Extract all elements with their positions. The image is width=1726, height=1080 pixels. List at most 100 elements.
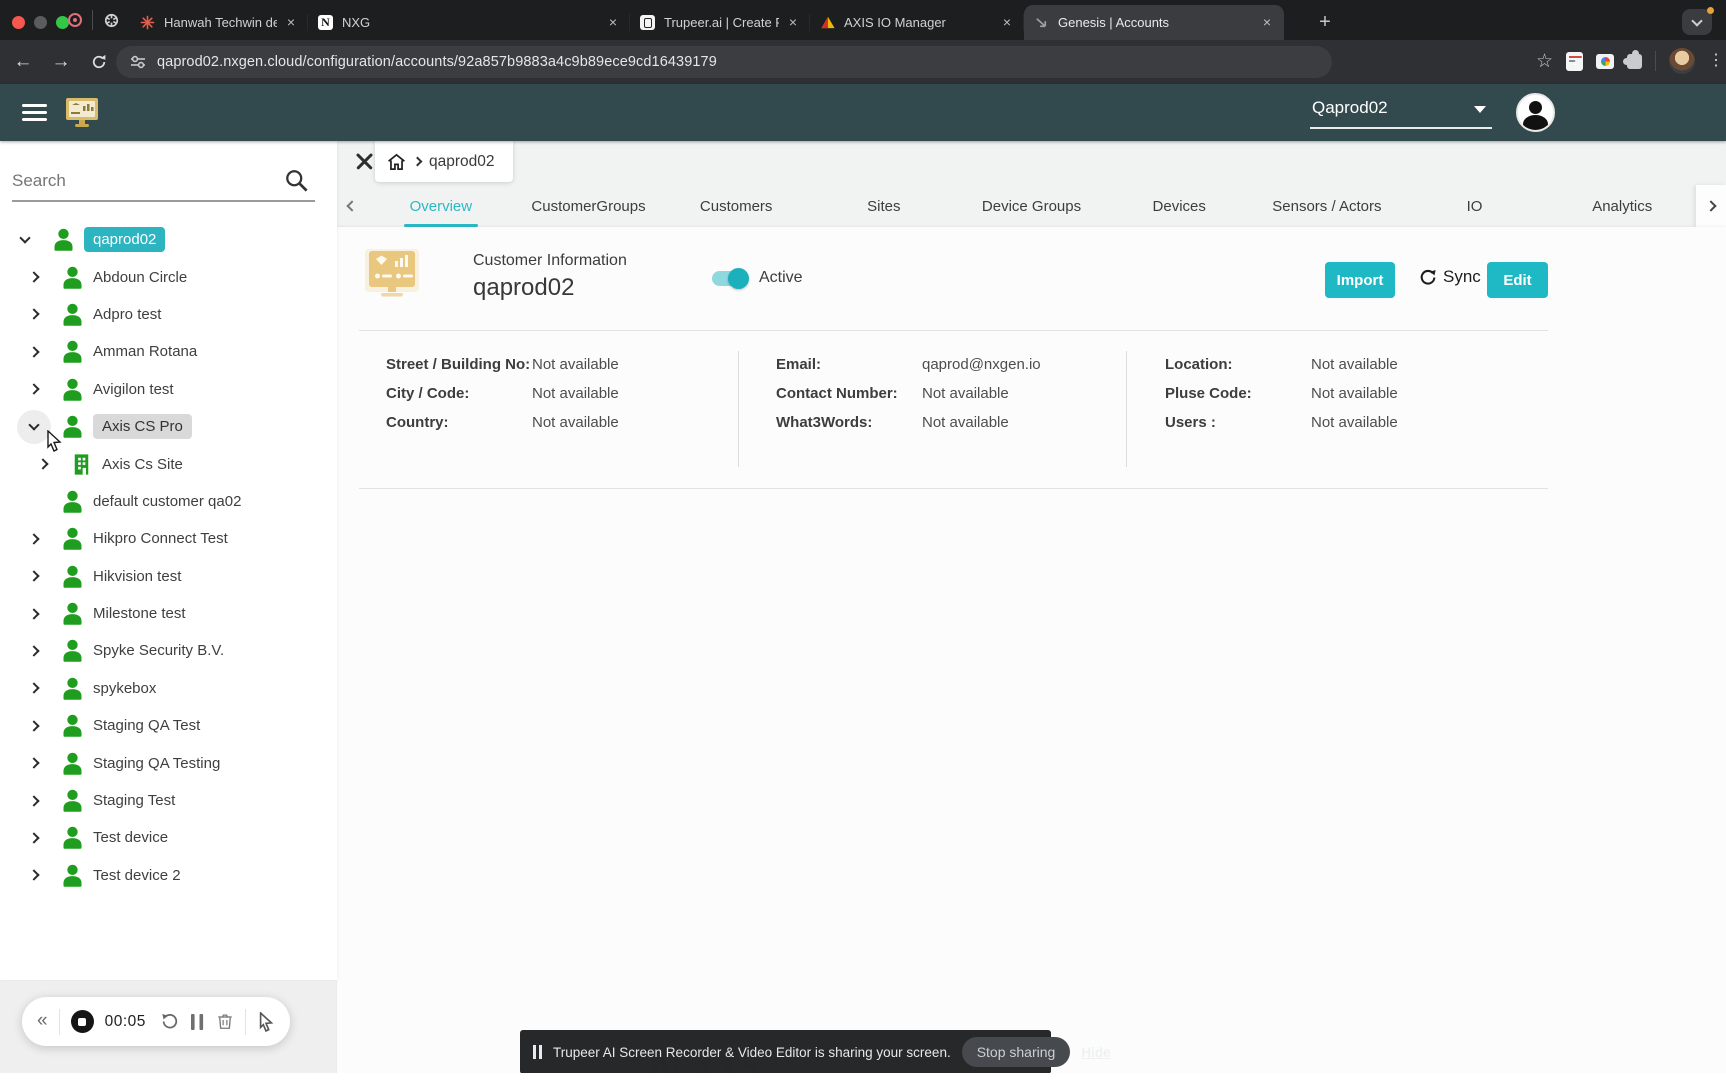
search-icon[interactable] (283, 167, 310, 194)
scroll-tabs-right-button[interactable] (1696, 185, 1726, 227)
expand-icon[interactable] (23, 522, 45, 556)
tab-customers[interactable]: Customers (662, 185, 810, 227)
tab-close-icon[interactable]: × (785, 14, 801, 31)
tab-close-icon[interactable]: × (283, 14, 299, 31)
tree-item-label[interactable]: Spyke Security B.V. (93, 642, 224, 659)
account-selector[interactable]: Qaprod02 (1310, 98, 1492, 129)
browser-tab[interactable]: Hanwah Techwin device API e × (130, 5, 308, 40)
profile-avatar[interactable] (1669, 48, 1695, 74)
dashboard-logo-icon[interactable] (64, 97, 100, 129)
tree-item[interactable]: Adpro test (0, 296, 337, 333)
tab-overview[interactable]: Overview (367, 185, 515, 227)
tree-item[interactable]: Spyke Security B.V. (0, 632, 337, 669)
expand-icon[interactable] (23, 709, 45, 743)
hamburger-menu-icon[interactable] (22, 104, 47, 121)
collapse-icon[interactable] (14, 223, 36, 257)
restart-icon[interactable] (160, 1012, 179, 1031)
pause-icon[interactable] (533, 1045, 542, 1059)
tab-search-button[interactable] (1682, 7, 1714, 35)
tree-item-label[interactable]: Abdoun Circle (93, 269, 187, 286)
tree-item-label[interactable]: qaprod02 (84, 227, 166, 253)
tree-item[interactable]: qaprod02 (0, 221, 337, 258)
url-text[interactable]: qaprod02.nxgen.cloud/configuration/accou… (157, 54, 717, 70)
tree-item-label[interactable]: Hikvision test (93, 568, 181, 585)
tree-item-label[interactable]: Test device 2 (93, 867, 181, 884)
chatgpt-icon[interactable] (103, 12, 120, 29)
expand-icon[interactable] (23, 297, 45, 331)
tab-close-icon[interactable]: × (605, 14, 621, 31)
bookmark-star-icon[interactable]: ☆ (1536, 50, 1553, 73)
expand-icon[interactable] (23, 746, 45, 780)
expand-icon[interactable] (23, 559, 45, 593)
forward-icon[interactable]: → (48, 49, 74, 75)
refresh-icon[interactable] (86, 49, 112, 75)
tree-item-label[interactable]: Staging QA Test (93, 717, 200, 734)
media-icon[interactable] (1596, 53, 1614, 69)
tree-item[interactable]: Abdoun Circle (0, 258, 337, 295)
tree-item[interactable]: Staging QA Test (0, 707, 337, 744)
extensions-puzzle-icon[interactable] (1623, 49, 1642, 69)
extension-doc-icon[interactable]: 1 (1566, 51, 1583, 71)
tree-item[interactable]: spykebox (0, 670, 337, 707)
tab-sites[interactable]: Sites (810, 185, 958, 227)
tree-item-label[interactable]: Staging QA Testing (93, 755, 220, 772)
site-info-icon[interactable] (130, 55, 146, 69)
tree-item-label[interactable]: Axis Cs Site (102, 456, 183, 473)
browser-tab[interactable]: Genesis | Accounts × (1024, 5, 1284, 40)
kebab-menu-icon[interactable]: ⋮ (1708, 53, 1724, 69)
search-input[interactable] (12, 171, 282, 191)
tree-item-label[interactable]: Avigilon test (93, 381, 174, 398)
expand-icon[interactable] (23, 821, 45, 855)
stop-record-icon[interactable] (70, 1010, 94, 1033)
home-icon[interactable] (387, 153, 406, 171)
tab-device-groups[interactable]: Device Groups (958, 185, 1106, 227)
trash-icon[interactable] (216, 1012, 234, 1031)
tree-item[interactable]: Hikvision test (0, 558, 337, 595)
hide-link[interactable]: Hide (1081, 1045, 1110, 1060)
tree-item[interactable]: Staging Test (0, 782, 337, 819)
back-icon[interactable]: ← (10, 49, 36, 75)
scroll-tabs-left-button[interactable] (337, 185, 367, 227)
import-button[interactable]: Import (1325, 262, 1395, 298)
edit-button[interactable]: Edit (1487, 262, 1548, 298)
tree-item-label[interactable]: Hikpro Connect Test (93, 530, 228, 547)
new-tab-button[interactable]: + (1312, 10, 1338, 36)
url-bar[interactable]: qaprod02.nxgen.cloud/configuration/accou… (116, 46, 1332, 78)
tree-item[interactable]: Test device 2 (0, 857, 337, 894)
user-avatar-icon[interactable] (1516, 93, 1555, 132)
tree-item-label[interactable]: Amman Rotana (93, 343, 197, 360)
stop-sharing-button[interactable]: Stop sharing (961, 1037, 1071, 1067)
browser-tab[interactable]: Trupeer.ai | Create Product V × (630, 5, 810, 40)
tab-close-icon[interactable]: × (1259, 14, 1275, 31)
tree-item[interactable]: Staging QA Testing (0, 744, 337, 781)
tab-analytics[interactable]: Analytics (1548, 185, 1696, 227)
tree-item-label[interactable]: Milestone test (93, 605, 186, 622)
tree-item[interactable]: Amman Rotana (0, 333, 337, 370)
tree-item-label[interactable]: Staging Test (93, 792, 175, 809)
expand-icon[interactable] (23, 634, 45, 668)
tab-io[interactable]: IO (1401, 185, 1549, 227)
tree-item[interactable]: default customer qa02 (0, 483, 337, 520)
cursor-icon[interactable] (257, 1011, 275, 1032)
tab-devices[interactable]: Devices (1105, 185, 1253, 227)
minimize-window-button[interactable] (34, 16, 47, 29)
collapse-chevrons-icon[interactable]: « (37, 1010, 48, 1032)
tree-item[interactable]: Milestone test (0, 595, 337, 632)
tree-item-label[interactable]: Test device (93, 829, 168, 846)
tree-item-label[interactable]: default customer qa02 (93, 493, 241, 510)
expand-icon[interactable] (23, 784, 45, 818)
expand-icon[interactable] (23, 260, 45, 294)
expand-icon[interactable] (32, 447, 54, 481)
sync-button[interactable]: Sync (1419, 267, 1481, 287)
pause-icon[interactable] (190, 1013, 205, 1031)
breadcrumb-current[interactable]: qaprod02 (429, 153, 495, 171)
tree-item-label[interactable]: spykebox (93, 680, 156, 697)
expand-icon[interactable] (23, 372, 45, 406)
tree-item[interactable]: Hikpro Connect Test (0, 520, 337, 557)
browser-tab[interactable]: N NXG × (308, 5, 630, 40)
browser-tab[interactable]: AXIS IO Manager × (810, 5, 1024, 40)
close-window-button[interactable] (12, 16, 25, 29)
expand-icon[interactable] (23, 671, 45, 705)
expand-icon[interactable] (23, 858, 45, 892)
tab-close-icon[interactable]: × (999, 14, 1015, 31)
